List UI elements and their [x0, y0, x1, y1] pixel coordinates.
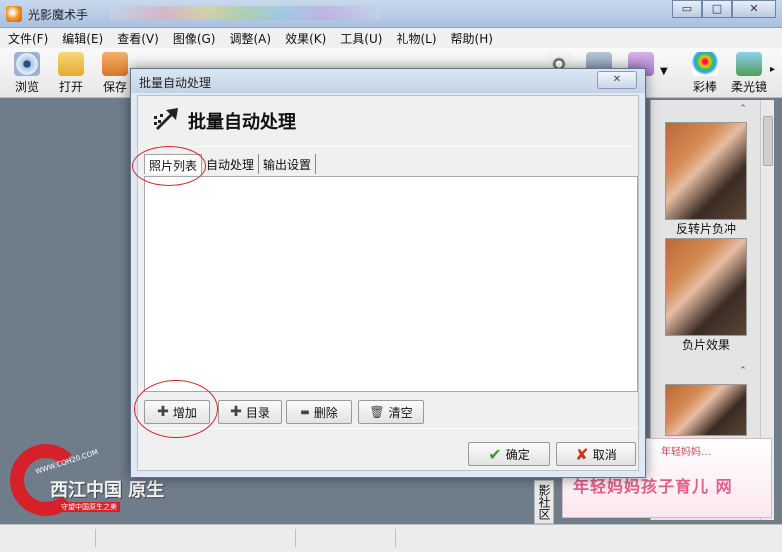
ok-label: 确定	[505, 447, 530, 462]
browse-button[interactable]: 浏览	[6, 50, 48, 96]
checkmark-icon: ✔	[488, 444, 502, 464]
color-wand-label: 彩棒	[692, 80, 717, 94]
soft-light-icon	[736, 52, 762, 76]
tab-output-settings[interactable]: 输出设置	[259, 154, 317, 174]
banner-top-text: 年轻妈妈…	[661, 447, 711, 458]
dialog-close-button[interactable]: ✕	[597, 71, 637, 89]
cross-icon: ✘	[575, 444, 589, 464]
maximize-button[interactable]: □	[702, 0, 732, 18]
open-label: 打开	[58, 80, 83, 94]
watermark-sub: 守望中国原生之美	[58, 502, 120, 512]
effect-thumbnail-reversal[interactable]	[665, 122, 747, 220]
effect-thumbnail-negative[interactable]	[665, 238, 747, 336]
effect-label-negative: 负片效果	[681, 338, 730, 352]
dialog-heading: 批量自动处理	[188, 112, 296, 133]
dialog-body: 批量自动处理 照片列表 自动处理 输出设置 ✚ 增加 ✚ 目录 ▬ 删除 🗑 清…	[137, 95, 639, 471]
toolbar-more-icon[interactable]: ▸	[770, 64, 775, 75]
magic-wand-icon	[692, 52, 718, 76]
minus-icon: ▬	[300, 406, 310, 418]
color-wand-button[interactable]: 彩棒	[684, 50, 726, 96]
community-side-tab[interactable]: 影社区	[534, 480, 554, 524]
watermark-text: 西江中国 原生	[50, 480, 165, 501]
browse-label: 浏览	[14, 80, 39, 94]
status-bar	[0, 524, 782, 552]
clear-button[interactable]: 🗑 清空	[358, 400, 424, 424]
plus-icon: ✚	[230, 404, 242, 420]
trash-icon: 🗑	[369, 405, 385, 419]
add-folder-label: 目录	[245, 405, 270, 420]
add-label: 增加	[172, 405, 197, 420]
header-divider	[146, 146, 632, 147]
app-title: 光影魔术手	[28, 8, 89, 22]
cancel-button[interactable]: ✘ 取消	[556, 442, 636, 466]
effect-thumbnail-next[interactable]	[665, 384, 747, 436]
clear-label: 清空	[388, 405, 413, 420]
main-title-bar: 光影魔术手 ▭ □ ✕	[0, 0, 782, 28]
add-button[interactable]: ✚ 增加	[144, 400, 210, 424]
folder-icon	[58, 52, 84, 76]
menu-edit[interactable]: 编辑(E)	[62, 30, 103, 47]
menu-help[interactable]: 帮助(H)	[451, 30, 493, 47]
menu-gifts[interactable]: 礼物(L)	[396, 30, 436, 47]
open-button[interactable]: 打开	[50, 50, 92, 96]
delete-label: 删除	[313, 405, 338, 420]
menu-tools[interactable]: 工具(U)	[340, 30, 382, 47]
eye-icon	[14, 52, 40, 76]
minimize-button[interactable]: ▭	[672, 0, 702, 18]
menu-file[interactable]: 文件(F)	[8, 30, 48, 47]
status-segment-1	[0, 529, 96, 547]
floppy-icon	[102, 52, 128, 76]
panel-scroll-up-button-2[interactable]: ⌃	[733, 366, 753, 380]
status-segment-2	[96, 529, 296, 547]
batch-arrow-icon	[154, 108, 178, 130]
soft-light-button[interactable]: 柔光镜	[726, 50, 772, 96]
batch-process-dialog: 批量自动处理 ✕ 批量自动处理 照片列表 自动处理 输出设置 ✚ 增加 ✚ 目录…	[130, 68, 646, 478]
close-button[interactable]: ✕	[732, 0, 776, 18]
panel-scroll-up-button[interactable]: ⌃	[733, 104, 753, 118]
app-logo-icon	[6, 6, 22, 22]
photo-list[interactable]	[144, 176, 638, 392]
menu-view[interactable]: 查看(V)	[117, 30, 159, 47]
tab-photo-list[interactable]: 照片列表	[144, 154, 203, 174]
effect-label-reversal: 反转片负冲	[675, 222, 736, 236]
menu-adjust[interactable]: 调整(A)	[229, 30, 271, 47]
menu-bar: 文件(F) 编辑(E) 查看(V) 图像(G) 调整(A) 效果(K) 工具(U…	[0, 28, 782, 48]
title-decoration	[110, 6, 380, 20]
menu-image[interactable]: 图像(G)	[173, 30, 216, 47]
dialog-title: 批量自动处理	[139, 76, 212, 90]
tab-auto-process[interactable]: 自动处理	[202, 154, 260, 174]
cancel-label: 取消	[592, 447, 617, 462]
menu-effects[interactable]: 效果(K)	[285, 30, 326, 47]
panel-scrollbar-thumb[interactable]	[763, 116, 773, 166]
plus-icon: ✚	[157, 404, 169, 420]
add-folder-button[interactable]: ✚ 目录	[218, 400, 282, 424]
soft-light-label: 柔光镜	[730, 80, 767, 94]
toolbar-dropdown-icon[interactable]: ▼	[660, 66, 668, 77]
delete-button[interactable]: ▬ 删除	[286, 400, 352, 424]
status-segment-3	[296, 529, 396, 547]
footer-divider	[138, 428, 638, 429]
dialog-tabs: 照片列表 自动处理 输出设置	[144, 154, 317, 174]
ok-button[interactable]: ✔ 确定	[468, 442, 550, 466]
dialog-title-bar[interactable]: 批量自动处理 ✕	[131, 69, 645, 93]
